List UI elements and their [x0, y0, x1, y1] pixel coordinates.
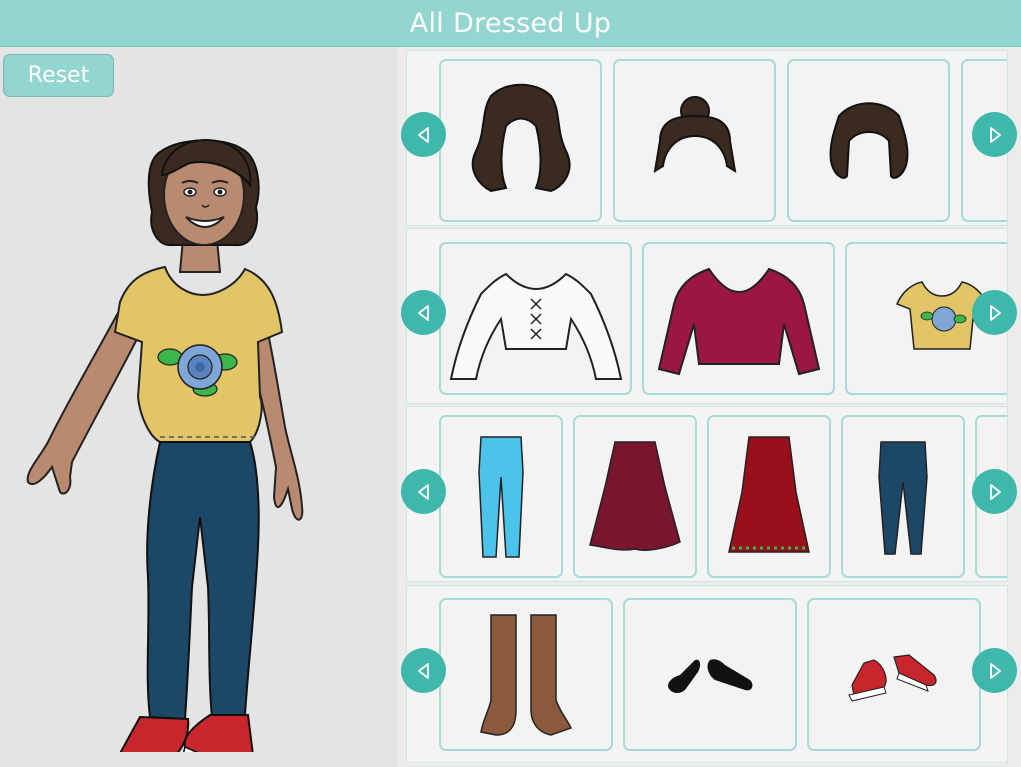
hair-item-curly-long[interactable]: [439, 59, 602, 222]
app-header: All Dressed Up: [0, 0, 1021, 47]
hair-row: [406, 50, 1008, 226]
triangle-right-icon: [989, 126, 1001, 143]
app-title: All Dressed Up: [409, 7, 612, 39]
reset-button[interactable]: Reset: [3, 54, 114, 97]
black-flats-icon: [668, 658, 753, 693]
shoe-item-red-sneakers[interactable]: [807, 598, 981, 751]
tops-row: [406, 228, 1008, 404]
curly-long-hair-icon: [471, 83, 571, 192]
tops-next-button[interactable]: [972, 290, 1017, 335]
closet-panel: [397, 47, 1021, 767]
bottoms-prev-button[interactable]: [401, 469, 446, 514]
triangle-left-icon: [417, 304, 429, 321]
maroon-skirt-icon: [589, 440, 681, 551]
tops-prev-button[interactable]: [401, 290, 446, 335]
avatar-stage: Reset: [0, 47, 397, 767]
shoes-next-button[interactable]: [972, 648, 1017, 693]
avatar-sneakers: [119, 714, 254, 752]
shoes-prev-button[interactable]: [401, 648, 446, 693]
triangle-right-icon: [989, 662, 1001, 679]
avatar-figure: [26, 139, 304, 752]
bottom-item-navy-jeans[interactable]: [841, 415, 965, 578]
avatar-jeans: [146, 441, 260, 721]
triangle-left-icon: [417, 662, 429, 679]
bottoms-row: [406, 406, 1008, 582]
red-sneakers-icon: [848, 653, 937, 702]
bottoms-next-button[interactable]: [972, 469, 1017, 514]
shoe-item-black-flats[interactable]: [623, 598, 797, 751]
top-item-burgundy-sweetheart[interactable]: [642, 242, 835, 395]
burgundy-top-icon: [657, 267, 820, 375]
bottom-item-light-blue-jeans[interactable]: [439, 415, 563, 578]
bun-hair-icon: [653, 95, 736, 173]
light-blue-jeans-icon: [478, 435, 524, 558]
shoes-row: [406, 585, 1008, 763]
hair-item-wavy-bob[interactable]: [787, 59, 950, 222]
bottom-item-red-beaded-skirt[interactable]: [707, 415, 831, 578]
triangle-right-icon: [989, 304, 1001, 321]
triangle-right-icon: [989, 483, 1001, 500]
shoe-item-brown-boots[interactable]: [439, 598, 613, 751]
hair-prev-button[interactable]: [401, 112, 446, 157]
navy-jeans-icon: [878, 440, 928, 555]
hair-next-button[interactable]: [972, 112, 1017, 157]
hair-item-bun[interactable]: [613, 59, 776, 222]
triangle-left-icon: [417, 126, 429, 143]
red-skirt-icon: [728, 435, 810, 553]
brown-boots-icon: [480, 613, 573, 736]
triangle-left-icon: [417, 483, 429, 500]
white-blouse-icon: [449, 272, 622, 380]
bottom-item-maroon-skirt[interactable]: [573, 415, 697, 578]
top-item-white-blouse[interactable]: [439, 242, 632, 395]
wavy-bob-hair-icon: [829, 101, 908, 179]
